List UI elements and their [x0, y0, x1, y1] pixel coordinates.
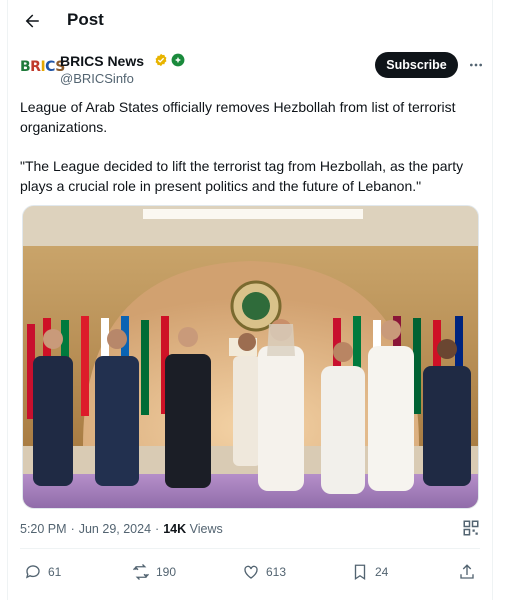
more-options-button[interactable]	[464, 54, 488, 76]
verified-badge-icon[interactable]	[154, 53, 168, 67]
views-count: 14K	[163, 522, 187, 536]
post-author: BRICS BRICS News @BRICSinfo Subscribe	[20, 50, 490, 90]
analytics-button[interactable]	[462, 519, 480, 537]
separator-dot: ·	[70, 522, 75, 536]
page-header: Post	[8, 0, 492, 42]
share-icon	[460, 564, 474, 579]
column-border-right	[492, 0, 493, 600]
author-display-name[interactable]: BRICS News	[60, 53, 144, 69]
post-photo[interactable]	[22, 205, 479, 509]
back-button[interactable]	[20, 9, 44, 33]
page-title: Post	[67, 10, 104, 29]
views-label: Views	[189, 522, 223, 536]
post-text-paragraph-1: League of Arab States officially removes…	[20, 99, 456, 135]
column-border-left	[7, 0, 8, 600]
reply-icon	[25, 565, 40, 579]
repost-button[interactable]: 190	[132, 560, 176, 584]
like-button[interactable]: 613	[242, 560, 286, 584]
post-actions: 61 190 613 24	[20, 560, 480, 584]
post-date[interactable]: Jun 29, 2024	[79, 522, 151, 536]
reply-count: 61	[48, 565, 62, 579]
like-count: 613	[266, 565, 287, 579]
divider	[20, 548, 480, 549]
repost-count: 190	[156, 565, 177, 579]
share-button[interactable]	[458, 560, 482, 584]
more-horizontal-icon	[470, 63, 482, 67]
bookmark-icon	[354, 564, 366, 581]
qr-code-icon	[463, 520, 479, 536]
post-meta: 5:20 PM · Jun 29, 2024 · 14K Views	[20, 522, 223, 536]
bookmark-count: 24	[375, 565, 389, 579]
brics-logo[interactable]: BRICS	[20, 59, 65, 75]
author-handle[interactable]: @BRICSinfo	[60, 71, 134, 86]
arrow-left-icon	[25, 14, 39, 28]
reply-button[interactable]: 61	[24, 560, 61, 584]
heart-icon	[244, 565, 258, 579]
bookmark-button[interactable]: 24	[351, 560, 388, 584]
summit-group-photo	[23, 206, 478, 508]
repost-icon	[133, 564, 149, 580]
subscribe-button[interactable]: Subscribe	[375, 52, 458, 78]
post-time[interactable]: 5:20 PM	[20, 522, 67, 536]
affiliate-badge-icon[interactable]	[171, 53, 185, 67]
post-text-paragraph-2: "The League decided to lift the terroris…	[20, 158, 464, 194]
separator-dot: ·	[155, 522, 160, 536]
